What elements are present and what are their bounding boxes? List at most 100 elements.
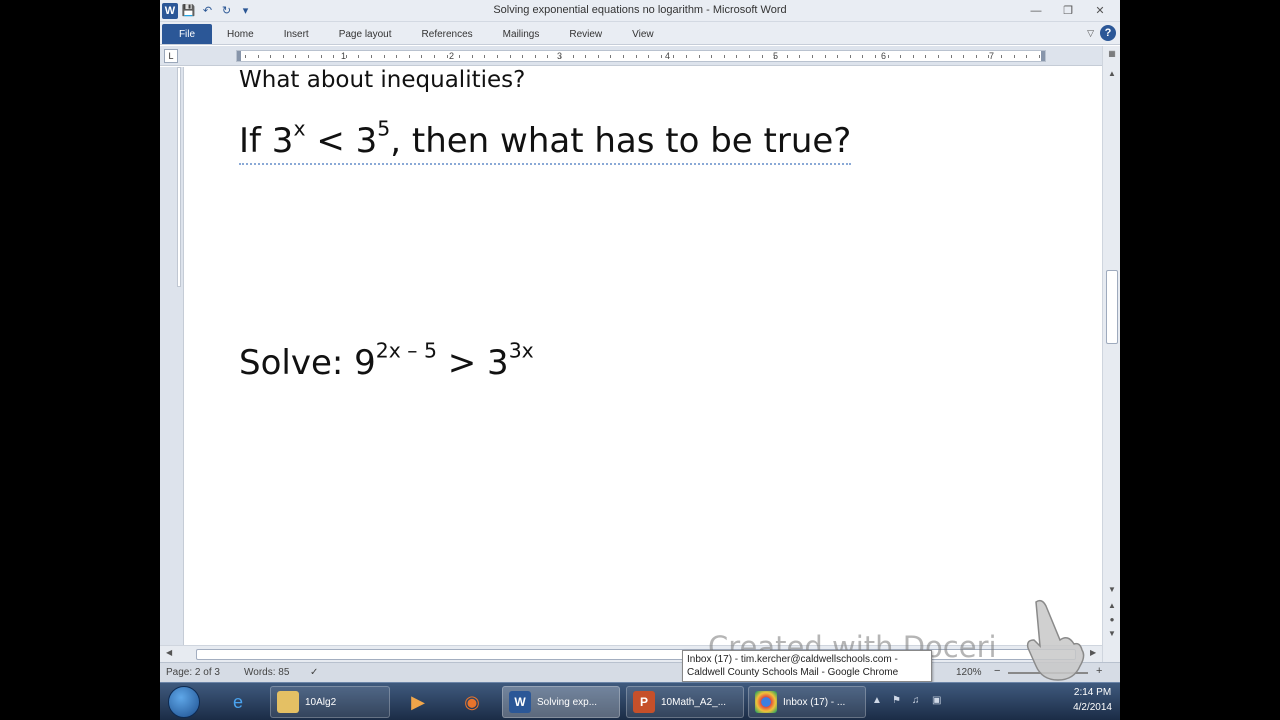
tab-page-layout[interactable]: Page layout bbox=[324, 24, 407, 44]
ruler-toggle-icon[interactable]: ▦ bbox=[1106, 48, 1118, 60]
ruler-number: 6 bbox=[881, 51, 887, 61]
ruler-tick bbox=[673, 55, 675, 58]
tab-references[interactable]: References bbox=[407, 24, 488, 44]
next-page-icon[interactable]: ▼ bbox=[1106, 628, 1118, 640]
internet-explorer-icon[interactable]: e bbox=[224, 688, 252, 716]
previous-page-icon[interactable]: ▲ bbox=[1106, 600, 1118, 612]
scroll-right-icon[interactable]: ▶ bbox=[1090, 648, 1096, 657]
tray-volume-icon[interactable]: ♫ bbox=[912, 695, 926, 709]
word-icon: W bbox=[509, 691, 531, 713]
vertical-ruler bbox=[160, 67, 184, 645]
ruler-tick bbox=[597, 55, 599, 58]
ruler-tick bbox=[849, 55, 851, 58]
ruler-tick bbox=[245, 55, 246, 58]
tab-review[interactable]: Review bbox=[554, 24, 617, 44]
clock[interactable]: 2:14 PM 4/2/2014 bbox=[1073, 685, 1112, 715]
taskbar-item-folder[interactable]: 10Alg2 bbox=[270, 686, 390, 718]
left-margin-marker[interactable] bbox=[237, 51, 241, 61]
tray-flag-icon[interactable]: ⚑ bbox=[892, 695, 906, 709]
ruler-tick bbox=[963, 55, 965, 58]
ruler-tick bbox=[572, 55, 574, 58]
taskbar: e 10Alg2 ▶ ◉ W Solving exp... P 10Math_A… bbox=[160, 682, 1120, 720]
ruler-tick bbox=[875, 55, 876, 58]
tab-mailings[interactable]: Mailings bbox=[488, 24, 555, 44]
solve-text-mid: > 3 bbox=[436, 343, 509, 383]
word-count[interactable]: Words: 85 bbox=[244, 667, 289, 678]
ruler-number: 4 bbox=[665, 51, 671, 61]
taskbar-item-word[interactable]: W Solving exp... bbox=[502, 686, 620, 718]
solve-problem: Solve: 92x – 5 > 33x bbox=[239, 340, 534, 383]
ruler-tick bbox=[938, 55, 939, 58]
chrome-icon bbox=[755, 691, 777, 713]
ruler-tick bbox=[358, 55, 360, 58]
ruler-tick bbox=[900, 55, 902, 58]
ruler-tick bbox=[635, 55, 637, 58]
ruler-tick bbox=[295, 55, 297, 58]
title-bar: W 💾 ↶ ↻ ▾ Solving exponential equations … bbox=[160, 0, 1120, 22]
heading-inequalities: What about inequalities? bbox=[239, 67, 526, 93]
zoom-in-icon[interactable]: + bbox=[1096, 665, 1102, 677]
help-icon[interactable]: ? bbox=[1100, 25, 1116, 41]
window-title: Solving exponential equations no logarit… bbox=[493, 4, 787, 16]
taskbar-label: Solving exp... bbox=[537, 696, 598, 708]
tab-insert[interactable]: Insert bbox=[269, 24, 324, 44]
tab-view[interactable]: View bbox=[617, 24, 669, 44]
clock-date: 4/2/2014 bbox=[1073, 702, 1112, 713]
tray-display-icon[interactable]: ▣ bbox=[932, 695, 946, 709]
scroll-left-icon[interactable]: ◀ bbox=[166, 648, 172, 657]
taskbar-item-chrome[interactable]: Inbox (17) - ... bbox=[748, 686, 866, 718]
ruler-tick bbox=[371, 55, 372, 58]
ruler-tick bbox=[950, 55, 952, 58]
tooltip-line-1: Inbox (17) - tim.kercher@caldwellschools… bbox=[687, 654, 898, 665]
ruler-tick bbox=[648, 55, 650, 58]
horizontal-ruler[interactable]: 1 2 3 4 5 6 7 bbox=[236, 50, 1046, 62]
proofing-icon[interactable]: ✓ bbox=[310, 667, 318, 678]
tab-selector[interactable]: L bbox=[164, 49, 178, 63]
ruler-tick bbox=[912, 55, 914, 58]
q-exponent-2: 5 bbox=[377, 116, 391, 141]
tray-network-icon[interactable]: ▲ bbox=[872, 695, 886, 709]
ruler-tick bbox=[786, 55, 788, 58]
ruler-tick bbox=[534, 55, 536, 58]
restore-icon[interactable]: ❐ bbox=[1052, 2, 1084, 19]
q-text-pre: If 3 bbox=[239, 121, 294, 161]
tab-home[interactable]: Home bbox=[212, 24, 269, 44]
right-margin-marker[interactable] bbox=[1041, 51, 1045, 61]
ruler-tick bbox=[686, 55, 687, 58]
ruler-tick bbox=[434, 55, 435, 58]
ruler-tick bbox=[560, 55, 561, 58]
expand-ribbon-icon[interactable]: ▽ bbox=[1087, 28, 1094, 39]
ruler-tick bbox=[623, 55, 624, 58]
start-button[interactable] bbox=[168, 686, 200, 718]
ruler-tick bbox=[308, 55, 309, 58]
ruler-tick bbox=[1001, 55, 1002, 58]
media-player-icon[interactable]: ▶ bbox=[404, 688, 432, 716]
scroll-up-icon[interactable]: ▲ bbox=[1106, 68, 1118, 80]
ruler-tick bbox=[585, 55, 587, 58]
taskbar-label: 10Alg2 bbox=[305, 696, 337, 708]
minimize-icon[interactable]: — bbox=[1020, 2, 1052, 19]
window-controls: — ❐ ✕ bbox=[1020, 2, 1116, 19]
tab-file[interactable]: File bbox=[162, 24, 212, 44]
solve-text-pre: Solve: 9 bbox=[239, 343, 376, 383]
zoom-level[interactable]: 120% bbox=[956, 667, 982, 678]
taskbar-item-powerpoint[interactable]: P 10Math_A2_... bbox=[626, 686, 744, 718]
firefox-icon[interactable]: ◉ bbox=[458, 688, 486, 716]
folder-icon bbox=[277, 691, 299, 713]
status-bar: Page: 2 of 3 Words: 85 ✓ 120% − + bbox=[160, 662, 1120, 682]
ruler-tick bbox=[774, 55, 776, 58]
ruler-tick bbox=[497, 55, 498, 58]
ruler-tick bbox=[711, 55, 713, 58]
ruler-tick bbox=[509, 55, 511, 58]
page-count[interactable]: Page: 2 of 3 bbox=[166, 667, 220, 678]
q-text-mid: < 3 bbox=[305, 121, 378, 161]
close-icon[interactable]: ✕ bbox=[1084, 2, 1116, 19]
scroll-down-icon[interactable]: ▼ bbox=[1106, 584, 1118, 596]
vertical-scrollbar[interactable]: ▦ ▲ ▼ ▲ ● ▼ bbox=[1102, 46, 1120, 666]
ruler-tick bbox=[547, 55, 549, 58]
document-page[interactable]: What about inequalities? If 3x < 35, the… bbox=[184, 67, 1102, 645]
select-browse-object-icon[interactable]: ● bbox=[1106, 614, 1118, 626]
vertical-scroll-thumb[interactable] bbox=[1106, 270, 1118, 344]
zoom-out-icon[interactable]: − bbox=[994, 665, 1000, 677]
ruler-tick bbox=[824, 55, 826, 58]
